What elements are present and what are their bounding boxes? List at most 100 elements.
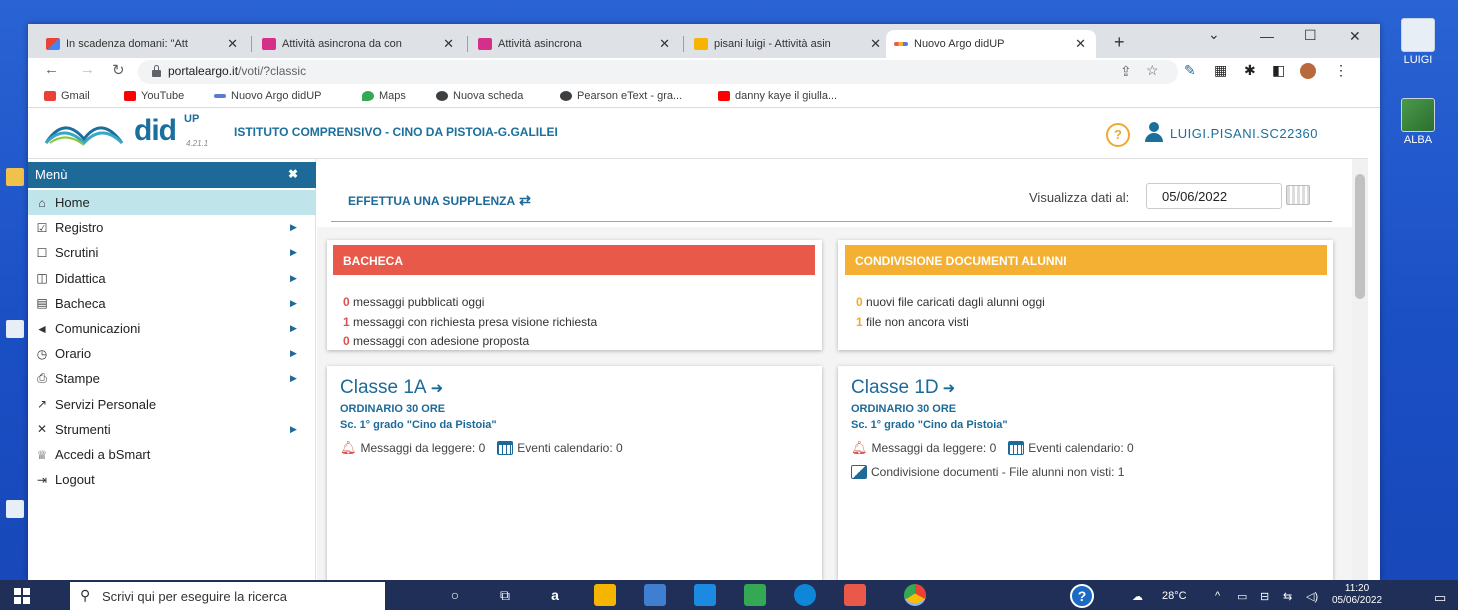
messages-count[interactable]: Messaggi da leggere: 0: [872, 441, 997, 455]
sidebar-item-didattica[interactable]: ◫ Didattica ▶: [28, 266, 316, 291]
browser-tab-active[interactable]: Nuovo Argo didUP ✕: [886, 30, 1096, 58]
extension-grid-icon[interactable]: ▦: [1214, 62, 1227, 79]
bookmark-pearson[interactable]: Pearson eText - gra...: [560, 90, 682, 102]
file-explorer-icon[interactable]: [594, 584, 616, 606]
class-files-row[interactable]: Condivisione documenti - File alunni non…: [851, 465, 1124, 479]
clock[interactable]: 11:20 05/06/2022: [1332, 583, 1382, 607]
username[interactable]: LUIGI.PISANI.SC22360: [1170, 126, 1318, 141]
events-count[interactable]: Eventi calendario: 0: [517, 441, 622, 455]
condivisione-header[interactable]: CONDIVISIONE DOCUMENTI ALUNNI: [845, 245, 1327, 275]
bookmark-danny-kaye[interactable]: danny kaye il giulla...: [718, 90, 837, 102]
chevron-up-icon[interactable]: ^: [1215, 590, 1220, 602]
side-panel-icon[interactable]: ◧: [1272, 62, 1285, 79]
sidebar-item-registro[interactable]: ☑ Registro ▶: [28, 215, 316, 240]
close-tab-icon[interactable]: ✕: [443, 36, 454, 52]
help-tray-icon[interactable]: ?: [1070, 584, 1094, 608]
minimize-button[interactable]: —: [1260, 28, 1274, 44]
forward-button[interactable]: →: [80, 61, 95, 78]
bookmark-maps[interactable]: Maps: [362, 90, 406, 102]
class-title-link[interactable]: Classe 1A ➜: [340, 377, 443, 399]
browser-tab[interactable]: Attività asincrona ✕: [470, 30, 680, 58]
weather-temp[interactable]: 28°C: [1162, 590, 1187, 602]
bacheca-header[interactable]: BACHECA: [333, 245, 815, 275]
desktop-icon-alba[interactable]: ALBA: [1388, 98, 1448, 146]
close-window-button[interactable]: ✕: [1349, 28, 1361, 45]
caret-right-icon: ▶: [290, 247, 297, 258]
supplenza-link[interactable]: EFFETTUA UNA SUPPLENZA ⇄: [348, 192, 531, 209]
menu-kebab-icon[interactable]: ⋮: [1334, 62, 1348, 79]
messages-count[interactable]: Messaggi da leggere: 0: [361, 441, 486, 455]
network-icon[interactable]: ⊟: [1260, 590, 1269, 603]
date-input[interactable]: 05/06/2022: [1146, 183, 1282, 209]
volume-icon[interactable]: ◁): [1306, 590, 1318, 603]
sidebar-item-scrutini[interactable]: ☐ Scrutini ▶: [28, 240, 316, 265]
bookmark-nuova-scheda[interactable]: Nuova scheda: [436, 90, 523, 102]
close-tab-icon[interactable]: ✕: [659, 36, 670, 52]
help-button[interactable]: ?: [1106, 123, 1130, 147]
caret-right-icon: ▶: [290, 423, 297, 434]
brand-name: did: [134, 114, 177, 147]
desktop-icon-luigi[interactable]: LUIGI: [1388, 18, 1448, 66]
sidebar-item-stampe[interactable]: ⎙ Stampe ▶: [28, 366, 316, 391]
sidebar-item-comunicazioni[interactable]: ◄ Comunicazioni ▶: [28, 316, 316, 341]
desktop-icon[interactable]: [6, 500, 24, 518]
notifications-icon[interactable]: ▭: [1434, 590, 1446, 606]
back-button[interactable]: ←: [44, 61, 59, 78]
sidebar-item-strumenti[interactable]: ✕ Strumenti ▶: [28, 417, 316, 442]
url-text[interactable]: portaleargo.it/voti/?classic: [168, 64, 306, 78]
sidebar-item-logout[interactable]: ⇥ Logout: [28, 467, 316, 492]
cortana-icon[interactable]: ○: [444, 584, 466, 606]
profile-avatar[interactable]: [1300, 63, 1316, 79]
bookmark-youtube[interactable]: YouTube: [124, 90, 184, 102]
browser-tab[interactable]: pisani luigi - Attività asin ✕: [686, 30, 891, 58]
battery-icon[interactable]: ▭: [1237, 590, 1247, 603]
sidebar-item-bacheca[interactable]: ▤ Bacheca ▶: [28, 291, 316, 316]
calendar-picker-icon[interactable]: [1286, 185, 1310, 205]
condivisione-line[interactable]: 1 file non ancora visti: [856, 315, 969, 329]
mail-icon[interactable]: [694, 584, 716, 606]
browser-tab[interactable]: In scadenza domani: "Att ✕: [38, 30, 248, 58]
task-view-icon[interactable]: ⧉: [494, 584, 516, 606]
class-title-link[interactable]: Classe 1D ➜: [851, 377, 955, 399]
share-icon[interactable]: ⇪: [1120, 63, 1132, 80]
reload-button[interactable]: ↻: [112, 61, 125, 79]
scrollbar-thumb[interactable]: [1355, 174, 1365, 299]
new-tab-button[interactable]: +: [1114, 32, 1125, 53]
sidebar-item-orario[interactable]: ◷ Orario ▶: [28, 341, 316, 366]
windows-start-icon[interactable]: [14, 588, 30, 604]
sidebar-item-accedi-a-bsmart[interactable]: ♕ Accedi a bSmart: [28, 442, 316, 467]
desktop-icon[interactable]: [6, 320, 24, 338]
amazon-icon[interactable]: a: [544, 584, 566, 606]
tray-icon[interactable]: ⇆: [1283, 590, 1292, 603]
tab-search-icon[interactable]: ⌄: [1208, 26, 1220, 43]
desktop-icon[interactable]: [6, 168, 24, 186]
bacheca-title: BACHECA: [343, 254, 403, 268]
condivisione-line[interactable]: 0 nuovi file caricati dagli alunni oggi: [856, 295, 1045, 309]
bookmark-gmail[interactable]: Gmail: [44, 90, 90, 102]
edge-icon[interactable]: [794, 584, 816, 606]
lock-icon[interactable]: [152, 65, 161, 77]
extension-feather-icon[interactable]: ✎: [1184, 62, 1196, 79]
maximize-button[interactable]: ☐: [1304, 27, 1317, 44]
browser-tab[interactable]: Attività asincrona da con ✕: [254, 30, 464, 58]
close-tab-icon[interactable]: ✕: [1075, 36, 1086, 52]
sidebar-close-icon[interactable]: ✖: [288, 167, 298, 181]
weather-icon[interactable]: ☁: [1132, 590, 1143, 603]
bookmark-star-icon[interactable]: ☆: [1146, 62, 1159, 79]
events-count[interactable]: Eventi calendario: 0: [1028, 441, 1133, 455]
bacheca-line[interactable]: 0 messaggi pubblicati oggi: [343, 295, 484, 309]
chrome-icon[interactable]: [904, 584, 926, 606]
sidebar-item-servizi-personale[interactable]: ↗ Servizi Personale: [28, 392, 316, 417]
extensions-puzzle-icon[interactable]: ✱: [1244, 62, 1256, 79]
bookmark-argo[interactable]: Nuovo Argo didUP: [214, 90, 322, 102]
bacheca-line[interactable]: 1 messaggi con richiesta presa visione r…: [343, 315, 597, 329]
office-icon[interactable]: [844, 584, 866, 606]
taskbar-search[interactable]: ⚲ Scrivi qui per eseguire la ricerca: [70, 582, 385, 610]
bacheca-line[interactable]: 0 messaggi con adesione proposta: [343, 334, 529, 348]
sidebar-item-home[interactable]: ⌂ Home: [28, 190, 316, 215]
tripadvisor-icon[interactable]: [744, 584, 766, 606]
close-tab-icon[interactable]: ✕: [870, 36, 881, 52]
count: 1: [343, 315, 350, 329]
close-tab-icon[interactable]: ✕: [227, 36, 238, 52]
store-icon[interactable]: [644, 584, 666, 606]
